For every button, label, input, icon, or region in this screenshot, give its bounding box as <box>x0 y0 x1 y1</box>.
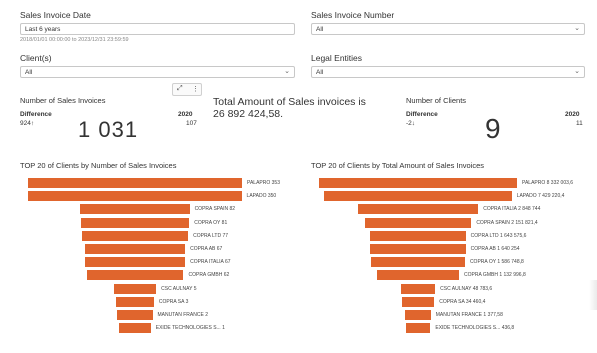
clients-kpi-value: 9 <box>485 113 502 144</box>
legal-entities-label: Legal Entities <box>311 53 363 63</box>
invoices-year-value: 107 <box>186 120 197 127</box>
clients-diff-label: Difference <box>406 111 438 118</box>
more-vertical-icon[interactable]: ⋮ <box>192 85 199 93</box>
sales-invoice-date-field[interactable]: Last 6 years <box>20 23 295 35</box>
sales-invoice-date-label: Sales Invoice Date <box>20 10 91 20</box>
chart-left-title: TOP 20 of Clients by Number of Sales Inv… <box>20 161 177 170</box>
funnel-bar-label: LAPADO 350 <box>246 193 277 200</box>
funnel-bar-label: COPRA ITALIA 2 848 744 <box>483 206 541 213</box>
funnel-bar-label: CSC AULNAY 5 <box>161 285 197 292</box>
funnel-bar-label: MANUTAN FRANCE 1 377,58 <box>435 312 503 318</box>
legal-entities-select[interactable]: All ⌄ <box>311 66 585 78</box>
funnel-bar[interactable] <box>401 296 435 307</box>
funnel-bar-label: PALAPRO 353 <box>247 180 280 186</box>
clients-label: Client(s) <box>20 53 52 63</box>
invoices-diff-value: 924↑ <box>20 120 35 127</box>
chevron-down-icon: ⌄ <box>574 68 580 75</box>
funnel-bar-label: MANUTAN FRANCE 2 <box>157 312 208 318</box>
clients-select[interactable]: All ⌄ <box>20 66 295 78</box>
funnel-bar[interactable] <box>117 310 153 320</box>
funnel-bar-label: COPRA SA 34 460,4 <box>439 298 486 305</box>
invoices-year-label: 2020 <box>178 111 193 118</box>
funnel-bar[interactable] <box>80 204 190 215</box>
funnel-bar[interactable] <box>405 310 431 320</box>
clients-value: All <box>25 69 33 76</box>
expand-icon[interactable]: ⤢ <box>177 85 183 93</box>
funnel-bar[interactable] <box>84 257 186 268</box>
funnel-bar-label: COPRA LTD 1 643 575,6 <box>470 232 527 239</box>
funnel-bar[interactable] <box>84 244 186 254</box>
total-amount-value: 26 892 424,58. <box>213 108 284 120</box>
funnel-bar-label: EXIDE TECHNOLOGIES S... 436,8 <box>435 325 515 332</box>
widget-toolbar: ⤢ ⋮ <box>172 83 202 96</box>
funnel-bar[interactable] <box>324 191 512 202</box>
funnel-bar[interactable] <box>119 323 151 334</box>
funnel-bar[interactable] <box>364 217 472 228</box>
funnel-bar[interactable] <box>86 270 184 281</box>
legal-entities-value: All <box>316 69 324 76</box>
funnel-bar[interactable] <box>81 230 189 241</box>
total-amount-title: Total Amount of Sales invoices is <box>213 96 366 108</box>
funnel-bar[interactable] <box>28 191 242 202</box>
funnel-bar-label: COPRA ITALIA 67 <box>190 259 231 266</box>
funnel-bar-label: COPRA AB 67 <box>190 246 223 252</box>
funnel-bar-label: COPRA SPAIN 2 151 821,4 <box>476 219 538 226</box>
clients-kpi-title: Number of Clients <box>406 96 467 105</box>
date-range-note: 2018/01/01 00:00:00 to 2023/12/31 23:59:… <box>20 37 129 43</box>
funnel-bar-label: CSC AULNAY 48 783,6 <box>440 285 493 292</box>
funnel-bar[interactable] <box>405 323 431 334</box>
funnel-bar-label: COPRA LTD 77 <box>193 232 229 239</box>
sales-invoice-date-value: Last 6 years <box>25 26 61 33</box>
sales-invoice-number-value: All <box>316 26 324 33</box>
funnel-bar-label: PALAPRO 8 332 003,6 <box>522 180 574 186</box>
funnel-bar-label: COPRA GMBH 1 132 996,8 <box>464 272 526 279</box>
chart-right-title: TOP 20 of Clients by Total Amount of Sal… <box>311 161 485 170</box>
invoices-kpi-title: Number of Sales Invoices <box>20 96 106 105</box>
funnel-bar-label: LAPADO 7 429 220,4 <box>516 193 565 200</box>
clients-year-value: 11 <box>576 120 583 127</box>
scroll-edge <box>589 280 597 310</box>
funnel-bar[interactable] <box>370 230 466 241</box>
sales-invoice-number-label: Sales Invoice Number <box>311 10 395 20</box>
funnel-bar[interactable] <box>80 217 190 228</box>
chevron-down-icon: ⌄ <box>574 25 580 32</box>
clients-year-label: 2020 <box>565 111 580 118</box>
funnel-bar-label: COPRA OY 1 586 748,8 <box>469 259 524 266</box>
funnel-bar[interactable] <box>370 244 466 254</box>
funnel-bar-label: COPRA SA 3 <box>158 298 189 305</box>
funnel-bar-label: COPRA SPAIN 82 <box>194 206 236 213</box>
funnel-bar[interactable] <box>400 283 436 294</box>
chevron-down-icon: ⌄ <box>284 68 290 75</box>
funnel-bar-label: COPRA OY 81 <box>194 219 228 226</box>
sales-invoice-number-select[interactable]: All ⌄ <box>311 23 585 35</box>
funnel-bar-label: EXIDE TECHNOLOGIES S... 1 <box>155 325 225 332</box>
funnel-bar[interactable] <box>116 296 154 307</box>
funnel-bar-label: COPRA AB 1 640 254 <box>470 246 520 252</box>
funnel-bar[interactable] <box>28 178 242 188</box>
funnel-bar[interactable] <box>376 270 460 281</box>
funnel-bar[interactable] <box>319 178 517 188</box>
funnel-bar[interactable] <box>113 283 157 294</box>
invoices-diff-label: Difference <box>20 111 52 118</box>
funnel-bar-label: COPRA GMBH 62 <box>188 272 230 279</box>
clients-diff-value: -2↓ <box>406 120 416 127</box>
funnel-bar[interactable] <box>357 204 479 215</box>
invoices-kpi-value: 1 031 <box>78 117 139 142</box>
funnel-bar[interactable] <box>371 257 465 268</box>
